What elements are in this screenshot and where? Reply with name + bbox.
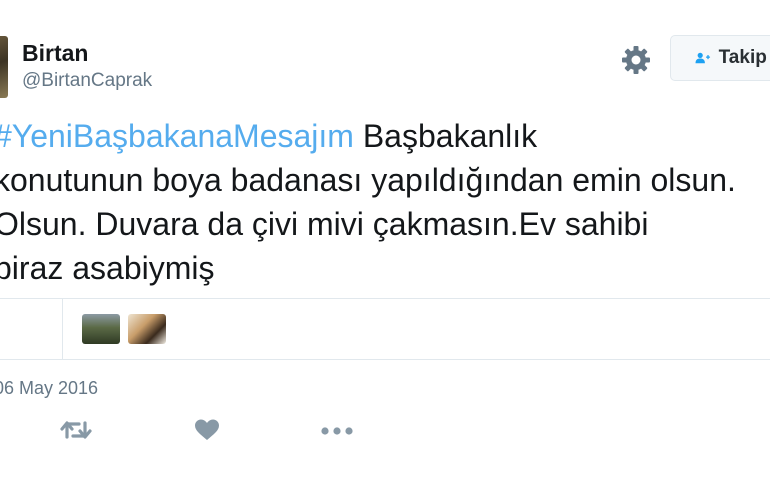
tweet-line-3: Olsun. Duvara da çivi mivi çakmasın.Ev s… xyxy=(0,206,649,242)
add-user-icon xyxy=(695,52,711,64)
tweet-text: #YeniBaşbakanaMesajım Başbakanlık konutu… xyxy=(0,114,770,290)
more-icon[interactable] xyxy=(320,418,354,442)
hashtag-link[interactable]: #YeniBaşbakanaMesajım xyxy=(0,118,354,154)
tweet-timestamp[interactable]: 06 May 2016 xyxy=(0,378,98,399)
stats-divider xyxy=(62,299,63,359)
user-handle[interactable]: @BirtanCaprak xyxy=(22,70,152,92)
liker-avatar[interactable] xyxy=(82,314,120,344)
liker-avatar[interactable] xyxy=(128,314,166,344)
avatar[interactable] xyxy=(0,36,8,98)
follow-button[interactable]: Takip et xyxy=(670,35,770,81)
follow-button-label: Takip et xyxy=(718,47,770,68)
tweet-line-1: Başbakanlık xyxy=(353,118,538,154)
gear-icon[interactable] xyxy=(620,44,652,76)
heart-icon[interactable] xyxy=(194,418,220,442)
display-name[interactable]: Birtan xyxy=(22,40,88,67)
tweet-stats xyxy=(0,298,770,360)
tweet-line-4: biraz asabiymiş xyxy=(0,250,215,286)
tweet-line-2: konutunun boya badanası yapıldığından em… xyxy=(0,162,736,198)
retweet-icon[interactable] xyxy=(60,418,92,442)
